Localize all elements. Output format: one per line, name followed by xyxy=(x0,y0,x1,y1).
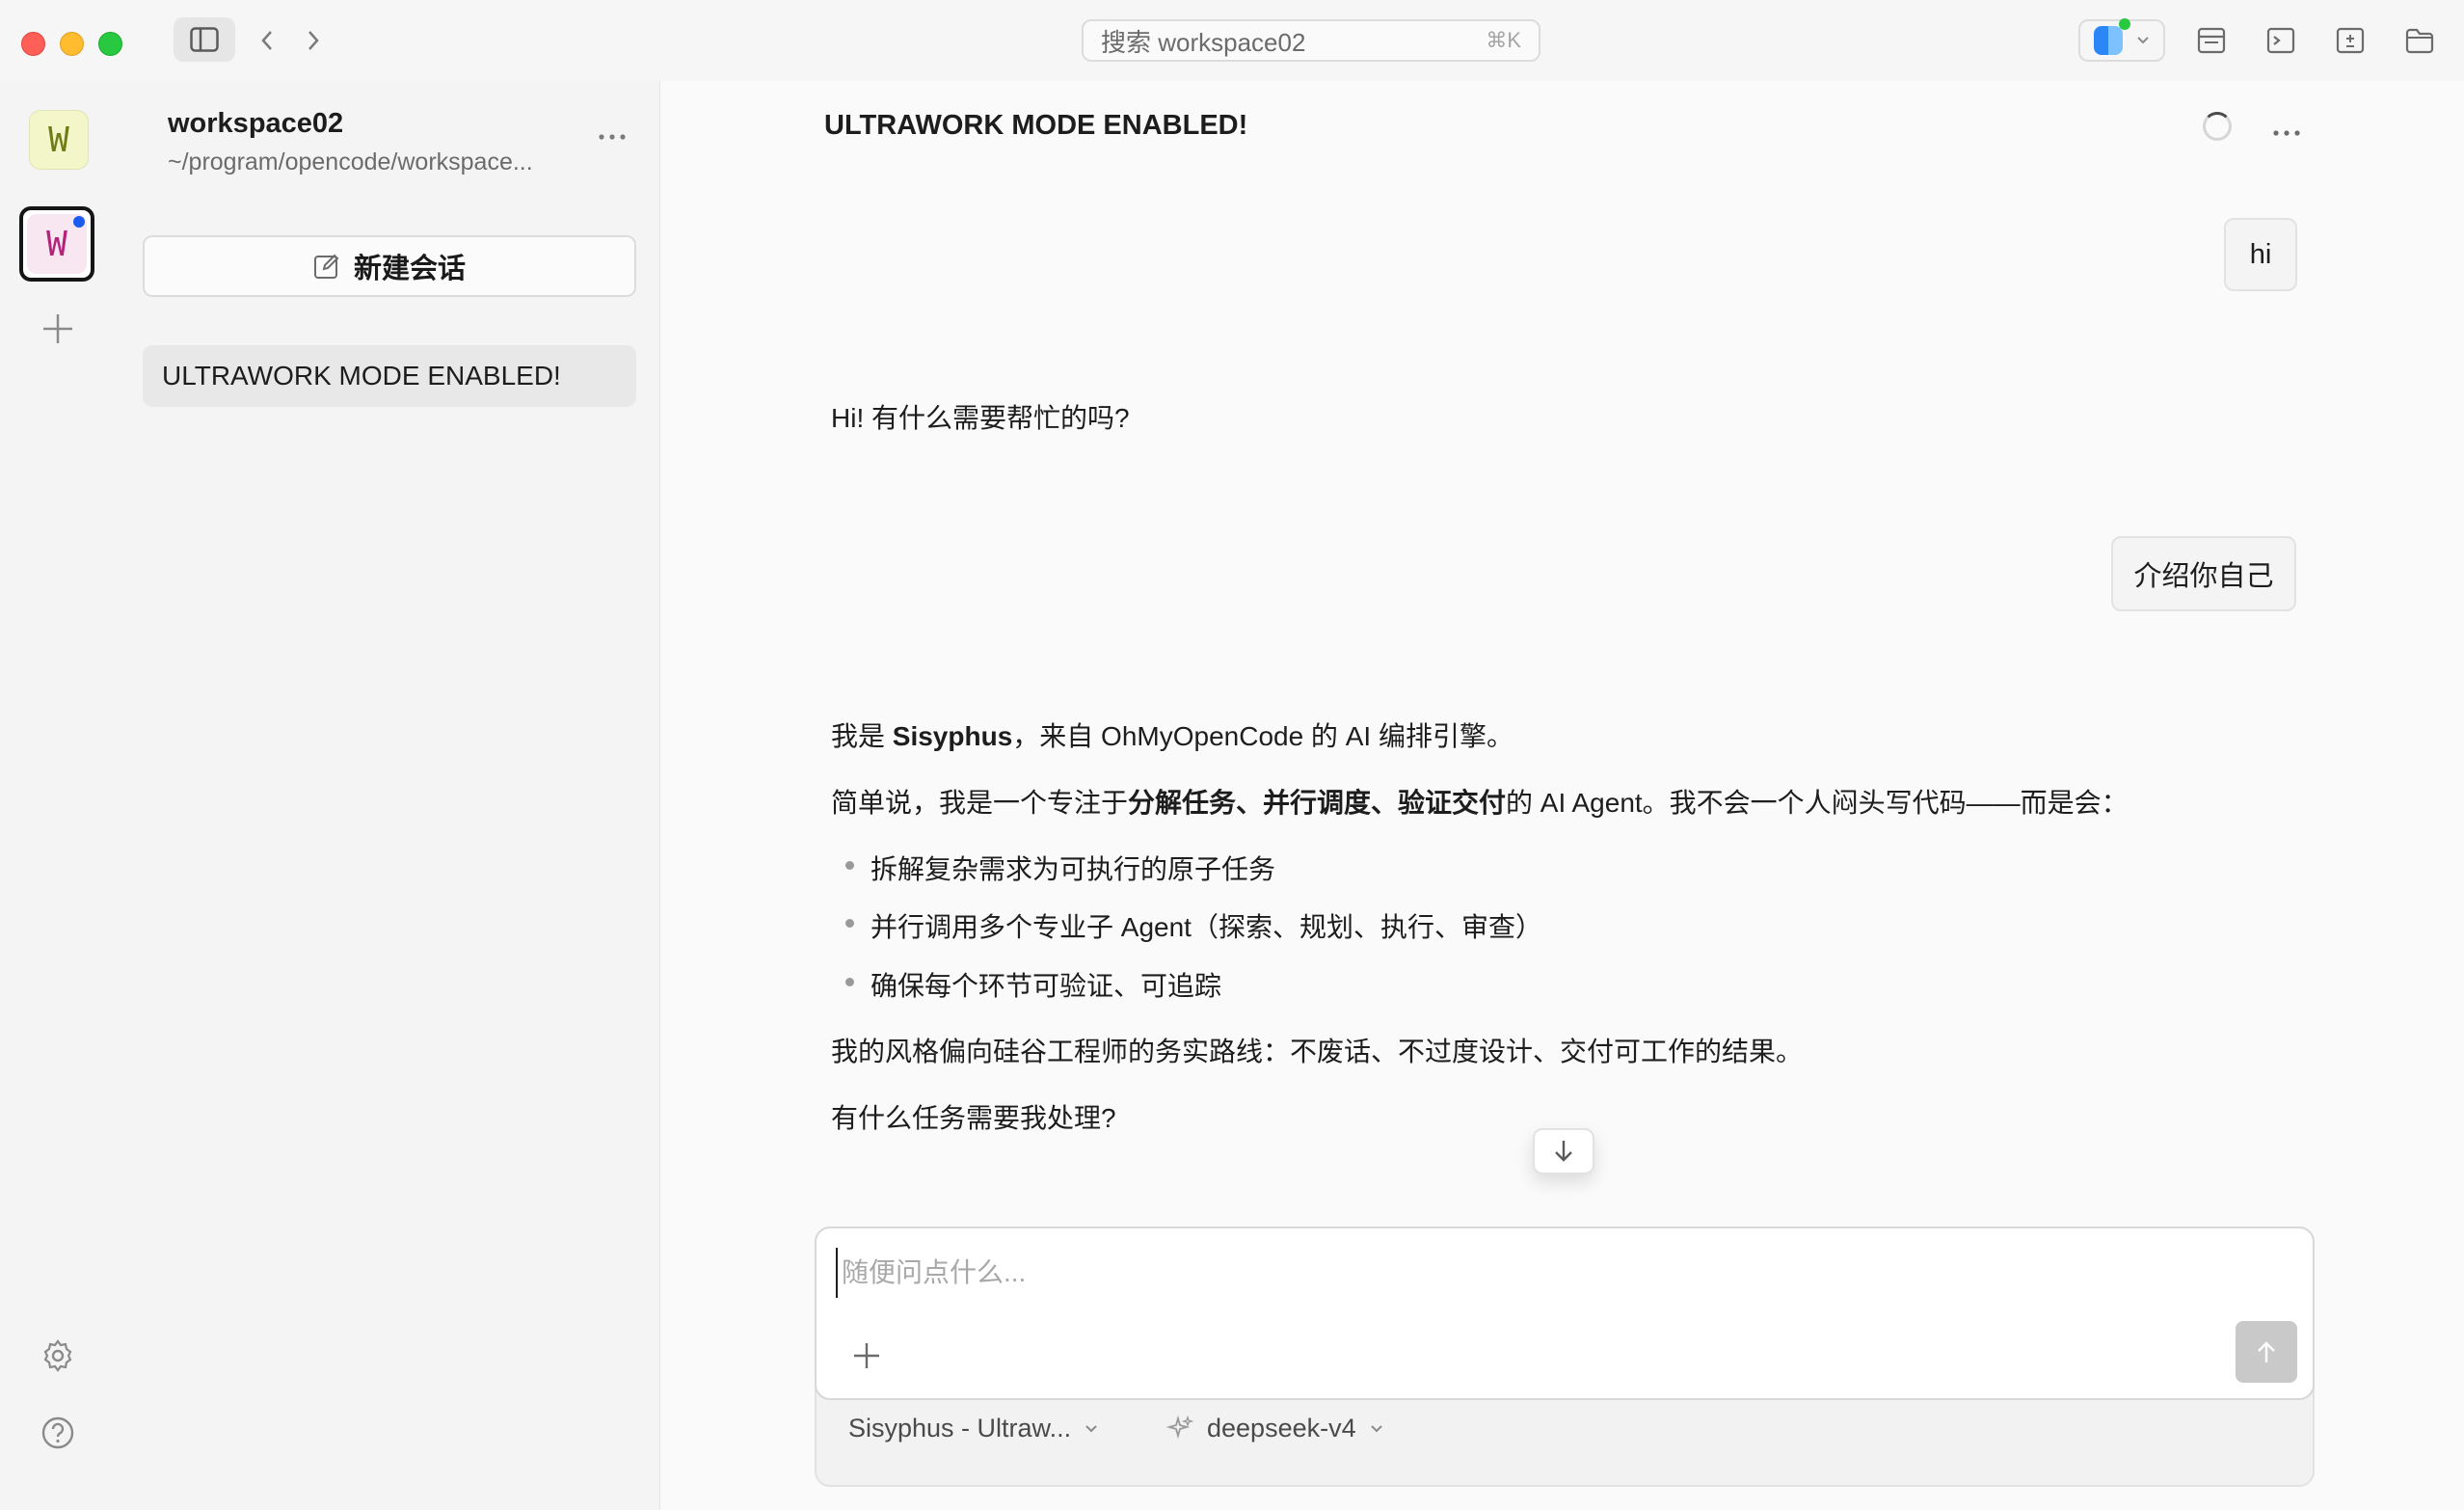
terminal-icon xyxy=(2266,27,2295,54)
gear-icon xyxy=(43,1339,72,1372)
assistant-paragraph: 我是 Sisyphus，来自 OhMyOpenCode 的 AI 编排引擎。 xyxy=(831,715,1513,754)
folder-icon xyxy=(2405,28,2434,54)
more-icon xyxy=(599,134,626,140)
assistant-paragraph: 有什么任务需要我处理? xyxy=(831,1103,1116,1133)
open-in-finder-button[interactable] xyxy=(2078,18,2165,62)
session-item[interactable]: ULTRAWORK MODE ENABLED! xyxy=(143,345,636,407)
zoom-window-button[interactable] xyxy=(98,32,122,56)
message-input[interactable] xyxy=(836,1248,2193,1298)
list-item: 拆解复杂需求为可执行的原子任务 xyxy=(844,849,1275,887)
chat-title: ULTRAWORK MODE ENABLED! xyxy=(824,110,1248,141)
plus-icon xyxy=(43,314,72,343)
bold-text: Sisyphus xyxy=(892,721,1013,751)
chevron-down-icon xyxy=(1085,1424,1097,1432)
search-box[interactable]: 搜索 workspace02 ⌘K xyxy=(1082,19,1540,62)
files-button[interactable] xyxy=(2400,21,2439,60)
notification-badge xyxy=(73,216,85,228)
close-window-button[interactable] xyxy=(21,32,45,56)
sidebar-toggle-button[interactable] xyxy=(174,17,235,62)
finder-icon xyxy=(2094,18,2130,55)
workspace-name: workspace02 xyxy=(168,108,344,139)
edit-icon xyxy=(313,254,339,279)
help-button[interactable] xyxy=(39,1414,77,1452)
session-title: ULTRAWORK MODE ENABLED! xyxy=(162,361,561,391)
user-message-text: 介绍你自己 xyxy=(2133,561,2274,592)
settings-button[interactable] xyxy=(39,1336,77,1375)
attach-button[interactable] xyxy=(847,1336,886,1375)
workspace-rail: W W xyxy=(0,81,122,1510)
session-sidebar: workspace02 ~/program/opencode/workspace… xyxy=(121,81,660,1510)
workspace-avatar-active[interactable]: W xyxy=(19,206,94,282)
sparkle-icon xyxy=(1166,1415,1193,1439)
workspace-path: ~/program/opencode/workspace... xyxy=(168,148,533,175)
user-message: 介绍你自己 xyxy=(2111,536,2296,611)
chevron-down-icon xyxy=(1370,1424,1382,1432)
user-message: hi xyxy=(2224,218,2297,291)
list-item: 并行调用多个专业子 Agent（探索、规划、执行、审查） xyxy=(845,906,1542,945)
workspace-avatar[interactable]: W xyxy=(29,110,89,170)
chevron-right-icon xyxy=(308,31,319,50)
panel-icon xyxy=(2197,27,2226,54)
chat-menu-button[interactable] xyxy=(2272,112,2301,145)
model-selector[interactable]: deepseek-v4 xyxy=(1166,1414,1383,1443)
title-bar: 搜索 workspace02 ⌘K xyxy=(0,0,2464,81)
text-span: 简单说，我是一个专注于 xyxy=(831,788,1129,818)
scroll-to-bottom-button[interactable] xyxy=(1533,1128,1594,1174)
sidebar-icon xyxy=(190,27,219,52)
chat-panel: ULTRAWORK MODE ENABLED! hi Hi! 有什么需要帮忙的吗… xyxy=(660,81,2464,1510)
workspace-menu-button[interactable] xyxy=(598,116,627,148)
text-span: 我是 xyxy=(831,721,893,751)
composer xyxy=(815,1227,2315,1400)
help-icon xyxy=(41,1416,74,1449)
plus-icon xyxy=(854,1343,879,1368)
assistant-paragraph: 简单说，我是一个专注于分解任务、并行调度、验证交付的 AI Agent。我不会一… xyxy=(831,782,2129,821)
arrow-down-icon xyxy=(1555,1141,1572,1162)
assistant-paragraph: 我的风格偏向硅谷工程师的务实路线：不废话、不过度设计、交付可工作的结果。 xyxy=(831,1037,1804,1066)
arrow-up-icon xyxy=(2258,1341,2275,1362)
model-label: deepseek-v4 xyxy=(1207,1414,1356,1443)
user-message-text: hi xyxy=(2249,238,2272,270)
chevron-down-icon xyxy=(2137,37,2149,44)
agent-label: Sisyphus - Ultraw... xyxy=(848,1414,1072,1443)
bold-text: 分解任务、并行调度、验证交付 xyxy=(1128,788,1507,818)
status-dot xyxy=(2119,18,2130,30)
terminal-button[interactable] xyxy=(2262,21,2300,60)
assistant-message: Hi! 有什么需要帮忙的吗? xyxy=(831,403,1130,433)
send-button[interactable] xyxy=(2236,1321,2297,1383)
minimize-window-button[interactable] xyxy=(60,32,84,56)
search-shortcut: ⌘K xyxy=(1486,28,1521,52)
new-session-button[interactable]: 新建会话 xyxy=(143,235,636,297)
chevron-left-icon xyxy=(261,31,272,50)
workspace-letter: W xyxy=(46,224,67,264)
forward-button[interactable] xyxy=(299,21,328,60)
new-session-label: 新建会话 xyxy=(353,254,466,284)
text-span: ，来自 OhMyOpenCode 的 AI 编排引擎。 xyxy=(1012,721,1513,751)
workspace-letter: W xyxy=(48,120,69,160)
review-panel-button[interactable] xyxy=(2192,21,2231,60)
diff-icon xyxy=(2336,27,2365,54)
loading-spinner-icon xyxy=(2203,112,2232,141)
more-icon xyxy=(2273,130,2300,136)
list-item: 确保每个环节可验证、可追踪 xyxy=(844,965,1221,1004)
agent-selector[interactable]: Sisyphus - Ultraw... xyxy=(848,1414,1098,1443)
back-button[interactable] xyxy=(253,21,281,60)
text-span: 的 AI Agent。我不会一个人闷头写代码——而是会： xyxy=(1506,788,2129,818)
search-placeholder: 搜索 workspace02 xyxy=(1101,27,1306,57)
add-workspace-button[interactable] xyxy=(39,312,77,351)
diff-panel-button[interactable] xyxy=(2331,21,2370,60)
